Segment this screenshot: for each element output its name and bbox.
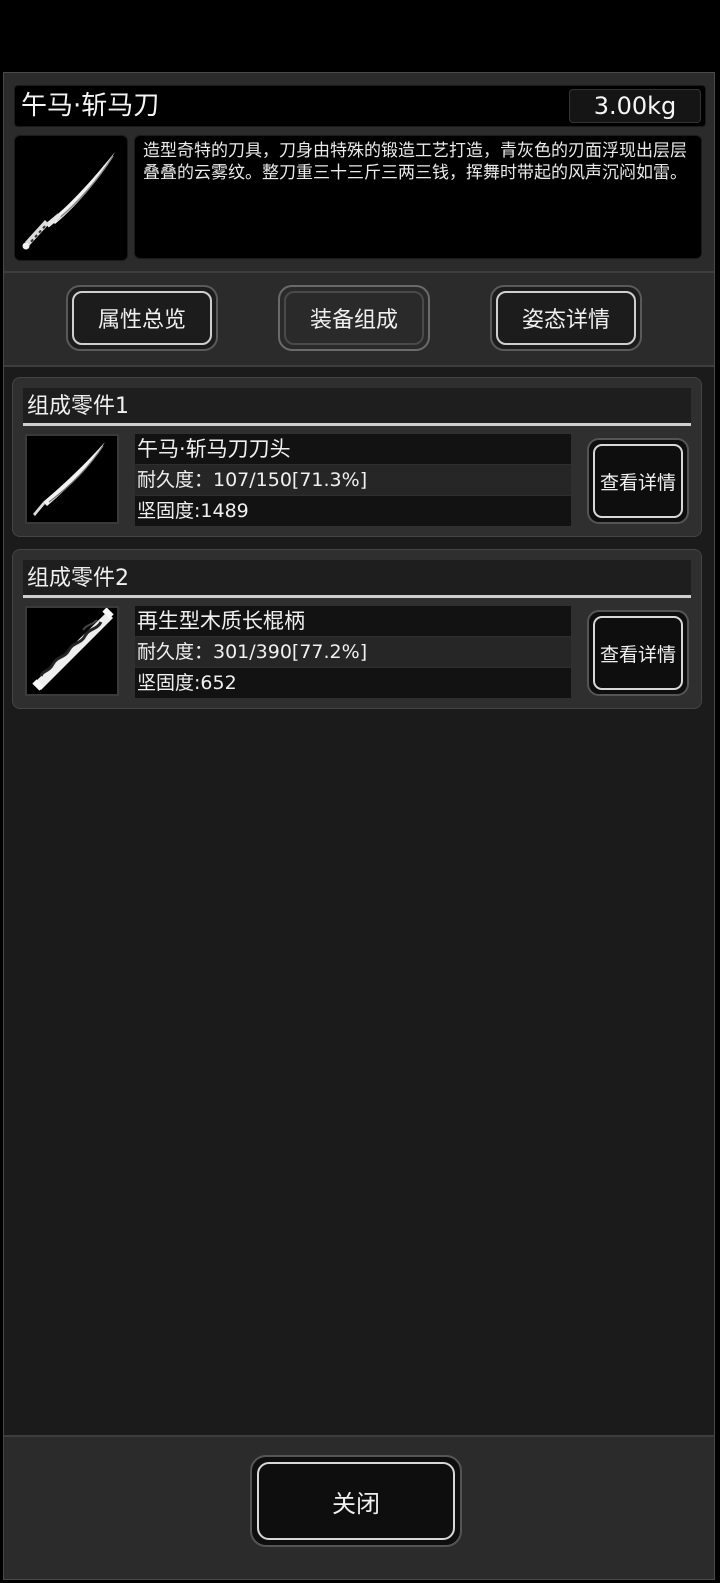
- close-button[interactable]: 关闭: [250, 1455, 462, 1547]
- part-durability: 耐久度：107/150[71.3%]: [135, 465, 571, 495]
- tab-attribute-overview[interactable]: 属性总览: [66, 285, 218, 351]
- part-card-2: 组成零件2 再生型木质长棍柄 耐久度：301/390[77.2%] 坚固度:65…: [12, 549, 702, 709]
- staff-handle-icon: [25, 606, 119, 696]
- close-button-label: 关闭: [332, 1489, 380, 1518]
- part-card-1: 组成零件1 午马·斩马刀刀头 耐久度：107/150[71.3%] 坚固度:14…: [12, 377, 702, 537]
- part-info: 午马·斩马刀刀头 耐久度：107/150[71.3%] 坚固度:1489: [135, 434, 571, 526]
- composition-list: 组成零件1 午马·斩马刀刀头 耐久度：107/150[71.3%] 坚固度:14…: [4, 367, 714, 1435]
- view-details-button[interactable]: 查看详情: [587, 610, 689, 696]
- button-label: 查看详情: [599, 471, 676, 494]
- part-hardness: 坚固度:652: [135, 668, 571, 698]
- title-bar: 午马·斩马刀 3.00kg: [14, 85, 706, 127]
- item-description: 造型奇特的刀具，刀身由特殊的锻造工艺打造，青灰色的刃面浮现出层层叠叠的云雾纹。整…: [134, 135, 702, 259]
- tab-bar: 属性总览 装备组成 姿态详情: [4, 273, 714, 367]
- button-label: 查看详情: [599, 643, 676, 666]
- part-hardness: 坚固度:1489: [135, 496, 571, 526]
- blade-icon: [25, 434, 119, 524]
- part-name: 午马·斩马刀刀头: [135, 434, 571, 464]
- item-weight: 3.00kg: [569, 89, 701, 123]
- part-info: 再生型木质长棍柄 耐久度：301/390[77.2%] 坚固度:652: [135, 606, 571, 698]
- item-header: 午马·斩马刀 3.00kg 造型奇特的刀具，刀身由特殊的锻造工艺打造，青灰色的刃…: [4, 73, 714, 273]
- item-name: 午马·斩马刀: [21, 91, 160, 121]
- tab-label: 装备组成: [309, 308, 398, 333]
- tab-label: 姿态详情: [521, 308, 610, 333]
- tab-equipment-composition[interactable]: 装备组成: [278, 285, 430, 351]
- part-name: 再生型木质长棍柄: [135, 606, 571, 636]
- part-header: 组成零件1: [23, 388, 691, 426]
- footer: 关闭: [4, 1435, 714, 1579]
- part-durability: 耐久度：301/390[77.2%]: [135, 637, 571, 667]
- view-details-button[interactable]: 查看详情: [587, 438, 689, 524]
- saber-icon: [14, 135, 128, 261]
- tab-label: 属性总览: [97, 308, 186, 333]
- tab-stance-details[interactable]: 姿态详情: [490, 285, 642, 351]
- screen: 午马·斩马刀 3.00kg 造型奇特的刀具，刀身由特殊的锻造工艺打造，青灰色的刃…: [0, 0, 720, 1583]
- item-detail-panel: 午马·斩马刀 3.00kg 造型奇特的刀具，刀身由特殊的锻造工艺打造，青灰色的刃…: [3, 72, 715, 1580]
- part-header: 组成零件2: [23, 560, 691, 598]
